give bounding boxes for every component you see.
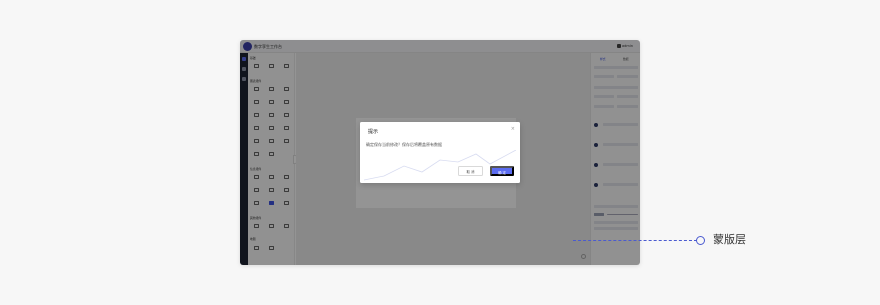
app-window: 数字孪生工作台 admin 基础 图表组件 信息组件 其他组件 地图 样式 数据… [240, 40, 640, 265]
annotation-label: 蒙版层 [713, 233, 746, 246]
close-icon[interactable]: × [511, 127, 515, 132]
dialog-message: 确定保存当前修改？保存后将覆盖原有数据 [366, 142, 442, 147]
cancel-button[interactable]: 取 消 [458, 166, 483, 176]
annotation-marker [696, 236, 705, 245]
dialog-title: 提示 [368, 129, 379, 135]
annotation-leader-line [573, 240, 697, 241]
confirm-dialog: 提示 × 确定保存当前修改？保存后将覆盖原有数据 取 消 确 定 [360, 122, 520, 183]
ok-button[interactable]: 确 定 [490, 166, 514, 176]
